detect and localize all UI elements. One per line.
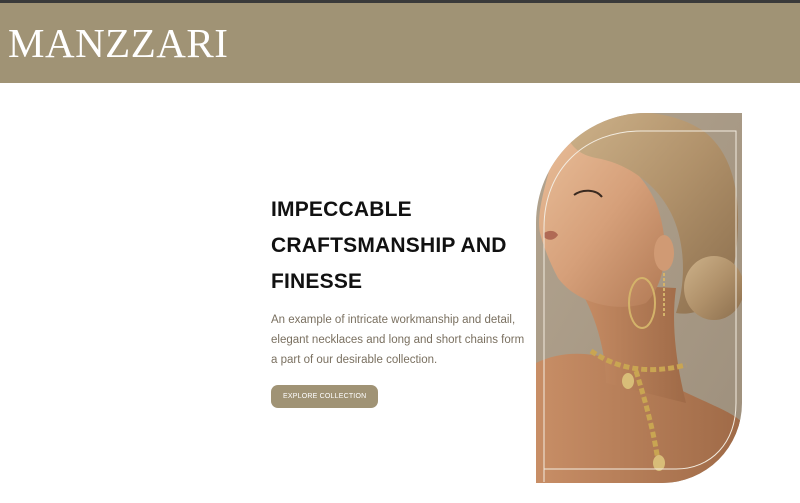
hero-heading: IMPECCABLE CRAFTSMANSHIP AND FINESSE	[271, 198, 507, 293]
brand-logo[interactable]: MANZZARI	[8, 20, 228, 66]
explore-collection-button[interactable]: EXPLORE COLLECTION	[271, 385, 379, 408]
hero-description: An example of intricate workmanship and …	[271, 314, 525, 366]
hero-section: IMPECCABLE CRAFTSMANSHIP AND FINESSE An …	[271, 192, 533, 408]
site-header: MANZZARI	[0, 3, 800, 83]
model-photo-illustration	[536, 113, 742, 483]
hero-model-image	[536, 113, 742, 483]
